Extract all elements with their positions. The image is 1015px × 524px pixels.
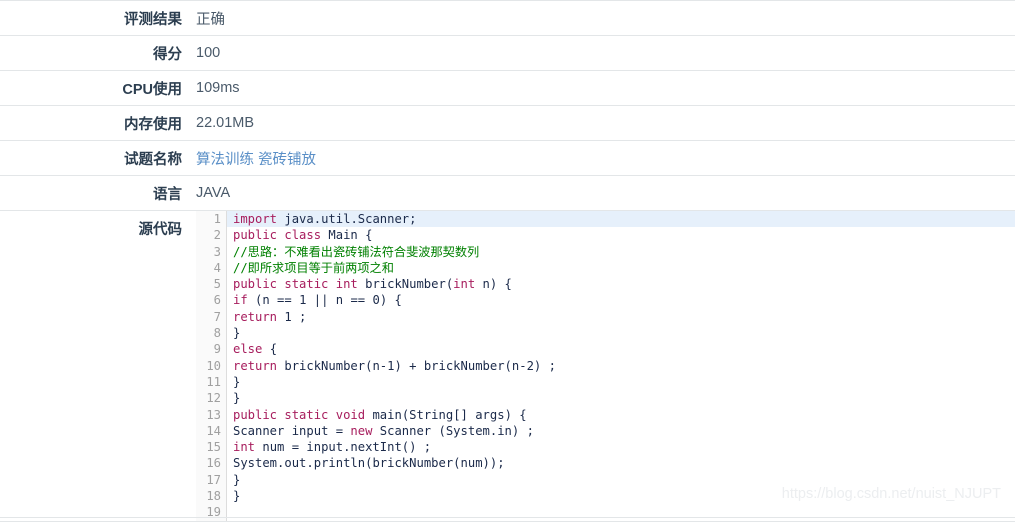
code-line: 7 return 1 ;: [196, 308, 1015, 326]
code-line-content: int num = input.nextInt() ;: [233, 440, 432, 455]
result-table-body: 评测结果 正确 得分 100 CPU使用 109ms 内存使用 22.01MB …: [0, 1, 1015, 522]
row-value-verdict: 正确: [196, 11, 225, 28]
code-line: 17}: [196, 471, 1015, 489]
row-value-problem-name: 算法训练 瓷砖铺放: [196, 141, 1015, 176]
table-row: 试题名称 算法训练 瓷砖铺放: [0, 141, 1015, 176]
code-line-content: import java.util.Scanner;: [233, 212, 417, 226]
row-label-verdict: 评测结果: [124, 11, 182, 28]
code-line-content: //即所求项目等于前两项之和: [233, 260, 394, 275]
table-row: 得分 100: [0, 36, 1015, 71]
code-line-number: 7: [196, 308, 227, 326]
code-line-number: 14: [196, 422, 227, 440]
code-line-number: 11: [196, 373, 227, 391]
row-value-memory-usage: 22.01MB: [196, 115, 255, 131]
code-line-content: public class Main {: [233, 228, 373, 243]
code-line-number: 12: [196, 390, 227, 407]
code-line-number: 4: [196, 259, 227, 277]
code-line-content: return 1 ;: [233, 309, 307, 324]
code-line-content: }: [233, 374, 241, 389]
row-label-language: 语言: [153, 186, 182, 203]
code-line: 18}: [196, 488, 1015, 505]
code-line: 19: [196, 504, 1015, 521]
code-line-content: return brickNumber(n-1) + brickNumber(n-…: [233, 358, 556, 373]
row-label-cpu-usage: CPU使用: [122, 81, 182, 98]
row-label-memory-usage: 内存使用: [124, 116, 182, 133]
code-line-number: 9: [196, 341, 227, 358]
code-line-number: 18: [196, 488, 227, 505]
code-line-number: 1: [196, 211, 227, 228]
code-line-number: 2: [196, 227, 227, 244]
row-label-score: 得分: [153, 46, 182, 63]
row-value-source-code: 1 import java.util.Scanner; 2 public class …: [196, 211, 1015, 522]
code-line-content: }: [233, 489, 241, 504]
code-line-number: 6: [196, 292, 227, 309]
code-line-number: 13: [196, 406, 227, 423]
code-line: 8}: [196, 325, 1015, 342]
code-line-number: 3: [196, 243, 227, 260]
code-line: 6 if (n == 1 || n == 0) {: [196, 292, 1015, 309]
submission-result-page: 评测结果 正确 得分 100 CPU使用 109ms 内存使用 22.01MB …: [0, 0, 1015, 524]
code-line: 15 int num = input.nextInt() ;: [196, 439, 1015, 456]
code-line: 9 else {: [196, 341, 1015, 358]
code-line: 13 public static void main(String[] args)…: [196, 406, 1015, 423]
code-line-number: 5: [196, 276, 227, 293]
code-line-number: 15: [196, 439, 227, 456]
row-value-score: 100: [196, 45, 221, 61]
table-row-source-code: 源代码 1 import java.util.Scanner; 2 public cl…: [0, 211, 1015, 522]
code-line-number: 16: [196, 455, 227, 472]
row-label-source-code: 源代码: [138, 222, 183, 238]
row-label-problem-name: 试题名称: [124, 151, 182, 168]
code-line: 5 public static int brickNumber(int n) {: [196, 276, 1015, 293]
table-row: 语言 JAVA: [0, 176, 1015, 211]
code-line-content: else {: [233, 342, 278, 357]
code-line-content: public static int brickNumber(int n) {: [233, 277, 512, 292]
table-row: 内存使用 22.01MB: [0, 106, 1015, 141]
code-line-number: 17: [196, 471, 227, 489]
code-line: 4 //即所求项目等于前两项之和: [196, 259, 1015, 277]
table-row: CPU使用 109ms: [0, 71, 1015, 106]
code-line-content: System.out.println(brickNumber(num));: [233, 456, 505, 471]
code-line-number: 10: [196, 357, 227, 374]
code-line-content: if (n == 1 || n == 0) {: [233, 293, 402, 308]
code-line-content: Scanner input = new Scanner (System.in) …: [233, 423, 534, 438]
code-line-content: }: [233, 472, 241, 487]
code-line-content: //思路：不难看出瓷砖铺法符合斐波那契数列: [233, 244, 480, 259]
code-line-content: [227, 504, 1015, 520]
submission-result-table: 评测结果 正确 得分 100 CPU使用 109ms 内存使用 22.01MB …: [0, 0, 1015, 522]
code-line: 2 public class Main {: [196, 227, 1015, 244]
row-value-cpu-usage: 109ms: [196, 80, 240, 96]
code-line: 12}: [196, 390, 1015, 407]
table-row: 评测结果 正确: [0, 1, 1015, 36]
code-line: 11}: [196, 373, 1015, 391]
code-line: 14 Scanner input = new Scanner (System.in…: [196, 422, 1015, 440]
code-line: 1 import java.util.Scanner;: [196, 211, 1015, 228]
bottom-divider: [0, 517, 1015, 518]
code-line-number: 8: [196, 325, 227, 342]
code-line-content: }: [233, 326, 241, 341]
code-line-content: public static void main(String[] args) {: [233, 407, 527, 422]
code-line-content: }: [233, 391, 241, 406]
row-value-language: JAVA: [196, 185, 231, 201]
source-code-viewer[interactable]: 1 import java.util.Scanner; 2 public class …: [196, 211, 1015, 521]
code-line: 3 //思路：不难看出瓷砖铺法符合斐波那契数列: [196, 243, 1015, 260]
code-line-number: 19: [196, 504, 227, 521]
code-line: 10 return brickNumber(n-1) + brickNumber(…: [196, 357, 1015, 374]
problem-name-link[interactable]: 算法训练 瓷砖铺放: [196, 152, 316, 168]
code-line: 16 System.out.println(brickNumber(num));: [196, 455, 1015, 472]
